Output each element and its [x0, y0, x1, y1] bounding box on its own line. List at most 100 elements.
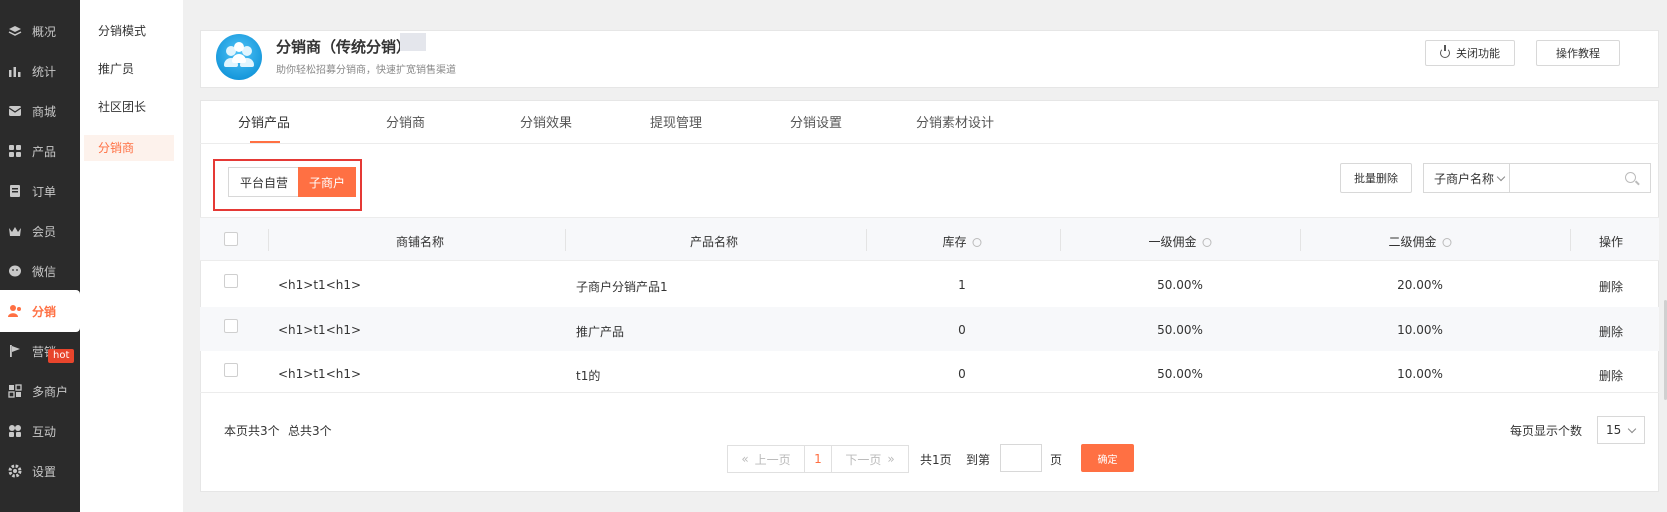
sort-icon	[972, 238, 982, 247]
nav-label: 统计	[32, 64, 57, 79]
submenu-distribution-mode[interactable]: 分销模式	[84, 18, 174, 44]
stock-cell: 1	[958, 278, 966, 292]
platform-self-operated-toggle[interactable]: 平台自营	[228, 167, 300, 197]
main-nav: 概况 统计 商城 产品 订单 会员 微信 分销 营销 多商户 互动 设置	[0, 0, 80, 512]
nav-item-statistics[interactable]: 统计	[0, 50, 80, 92]
nav-label: 多商户	[32, 384, 69, 399]
submenu-community-leader[interactable]: 社区团长	[84, 94, 174, 120]
row-checkbox[interactable]	[224, 319, 238, 333]
commission2-cell: 10.00%	[1397, 323, 1443, 337]
header-divider	[565, 229, 566, 251]
nav-item-mall[interactable]: 商城	[0, 90, 80, 132]
sort-icon	[1202, 238, 1212, 247]
header-divider	[1060, 229, 1061, 251]
prev-page-label: 上一页	[754, 452, 791, 467]
stock-cell: 0	[958, 367, 966, 381]
tab-material-design[interactable]: 分销素材设计	[916, 112, 994, 131]
commission2-cell: 20.00%	[1397, 278, 1443, 292]
close-feature-button[interactable]: 关闭功能	[1425, 40, 1515, 66]
page-title: 分销商（传统分销）	[276, 38, 412, 56]
distribution-icon	[8, 305, 21, 317]
nav-label: 微信	[32, 264, 57, 279]
search-icon[interactable]	[1625, 172, 1636, 183]
tutorial-button[interactable]: 操作教程	[1536, 40, 1620, 66]
header-divider	[1570, 229, 1571, 251]
nav-item-distribution[interactable]: 分销	[0, 290, 80, 332]
page-count-text: 本页共3个	[224, 424, 280, 438]
confirm-page-button[interactable]: 确定	[1081, 444, 1134, 472]
tab-distribution-products[interactable]: 分销产品	[238, 112, 290, 131]
delete-link[interactable]: 删除	[1599, 323, 1623, 340]
grid-icon	[9, 145, 21, 157]
per-page-select[interactable]: 15	[1597, 416, 1645, 444]
nav-item-settings[interactable]: 设置	[0, 450, 80, 492]
order-icon	[10, 185, 20, 197]
header-commission-level1[interactable]: 一级佣金	[1148, 233, 1212, 250]
gear-icon	[8, 464, 22, 478]
header-commission-level2[interactable]: 二级佣金	[1388, 233, 1452, 250]
nav-item-orders[interactable]: 订单	[0, 170, 80, 212]
header-commission1-label: 一级佣金	[1148, 235, 1197, 249]
nav-item-overview[interactable]: 概况	[0, 10, 80, 52]
nav-label: 概况	[32, 24, 57, 39]
row-checkbox[interactable]	[224, 274, 238, 288]
double-chevron-left-icon: «	[741, 452, 749, 466]
per-page-label: 每页显示个数	[1510, 424, 1583, 438]
total-pages-text: 共1页	[920, 453, 952, 467]
chevron-down-icon	[1628, 424, 1637, 433]
header-stock[interactable]: 库存	[942, 233, 982, 250]
header-divider	[268, 229, 269, 251]
tab-withdrawal-management[interactable]: 提现管理	[650, 112, 702, 131]
hot-badge: hot	[48, 349, 75, 363]
total-count-text: 总共3个	[288, 424, 332, 438]
tab-divider	[200, 143, 1659, 144]
goto-page-input[interactable]	[1000, 444, 1042, 472]
close-feature-label: 关闭功能	[1456, 47, 1500, 60]
goto-suffix-text: 页	[1050, 453, 1063, 467]
sub-merchant-toggle[interactable]: 子商户	[298, 167, 356, 197]
nav-item-products[interactable]: 产品	[0, 130, 80, 172]
crown-icon	[9, 227, 21, 236]
active-tab-indicator	[250, 141, 280, 143]
row-checkbox[interactable]	[224, 363, 238, 377]
nav-label: 产品	[32, 144, 57, 159]
power-icon	[1440, 45, 1450, 58]
nav-item-multi-merchant[interactable]: 多商户	[0, 370, 80, 412]
tab-distribution-settings[interactable]: 分销设置	[790, 112, 842, 131]
commission2-cell: 10.00%	[1397, 367, 1443, 381]
shop-name-cell: <h1>t1<h1>	[278, 367, 362, 381]
page-subtitle: 助你轻松招募分销商，快速扩宽销售渠道	[276, 65, 456, 76]
merchant-icon	[8, 384, 22, 398]
delete-link[interactable]: 删除	[1599, 367, 1623, 384]
merchant-filter-select[interactable]: 子商户名称	[1423, 163, 1510, 193]
nav-item-interaction[interactable]: 互动	[0, 410, 80, 452]
commission1-cell: 50.00%	[1157, 367, 1203, 381]
nav-label: 订单	[32, 184, 57, 199]
nav-item-members[interactable]: 会员	[0, 210, 80, 252]
submenu-promoter[interactable]: 推广员	[84, 56, 174, 82]
flag-icon	[10, 345, 20, 357]
table-bottom-border	[200, 392, 1659, 393]
shop-name-cell: <h1>t1<h1>	[278, 323, 362, 337]
tab-distribution-effect[interactable]: 分销效果	[520, 112, 572, 131]
goto-prefix-text: 到第	[966, 453, 991, 467]
batch-delete-button[interactable]: 批量删除	[1340, 163, 1412, 193]
tab-distributors[interactable]: 分销商	[386, 112, 425, 131]
sort-icon	[1442, 238, 1452, 247]
submenu-distributor[interactable]: 分销商	[84, 135, 174, 161]
per-page-value: 15	[1606, 423, 1622, 437]
commission1-cell: 50.00%	[1157, 278, 1203, 292]
header-shop-name: 商铺名称	[395, 235, 445, 249]
nav-label: 互动	[32, 424, 57, 439]
double-chevron-right-icon: »	[887, 452, 895, 466]
page-number-button[interactable]: 1	[804, 445, 832, 473]
prev-page-button[interactable]: « 上一页	[727, 445, 805, 473]
wechat-icon	[9, 265, 21, 277]
select-all-checkbox[interactable]	[224, 232, 238, 246]
delete-link[interactable]: 删除	[1599, 278, 1623, 295]
next-page-button[interactable]: 下一页 »	[831, 445, 909, 473]
nav-label: 设置	[32, 464, 57, 479]
nav-item-wechat[interactable]: 微信	[0, 250, 80, 292]
layers-icon	[8, 26, 22, 36]
product-name-cell: 子商户分销产品1	[576, 280, 668, 294]
